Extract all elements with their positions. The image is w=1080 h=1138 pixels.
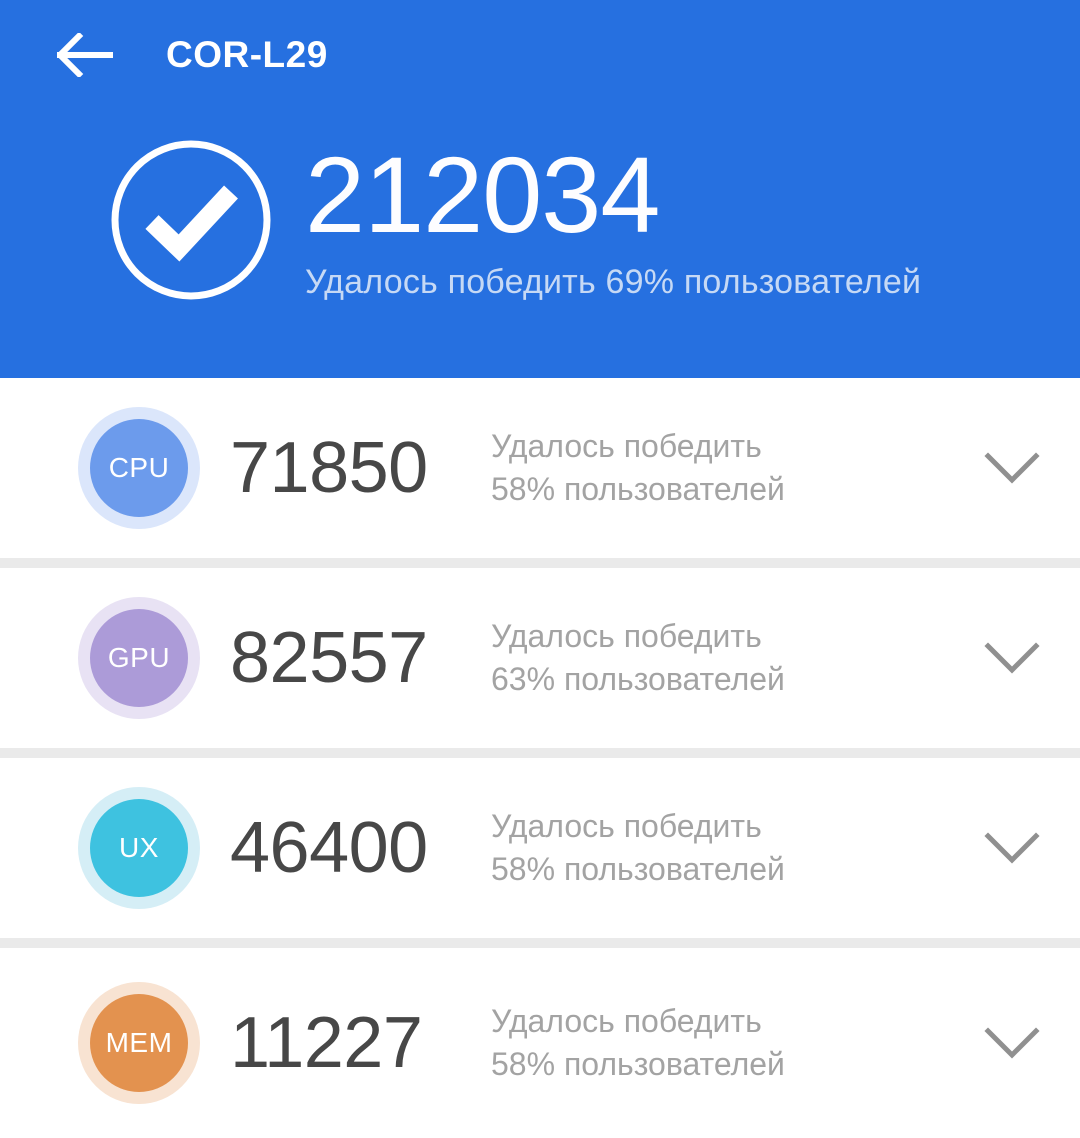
metric-row[interactable]: MEM 11227 Удалось победить 58% пользоват… <box>0 948 1080 1138</box>
ux-description-line1: Удалось победить <box>491 807 762 844</box>
app-bar: COR-L29 <box>0 0 1080 110</box>
gpu-badge-icon: GPU <box>90 609 188 707</box>
gpu-description-line2: 63% пользователей <box>491 661 785 697</box>
gpu-badge-halo: GPU <box>78 597 200 719</box>
cpu-badge-halo: CPU <box>78 407 200 529</box>
chevron-down-icon[interactable] <box>952 639 1072 677</box>
ux-badge-label: UX <box>119 832 159 863</box>
mem-score-value: 11227 <box>230 1003 423 1083</box>
total-score-subtitle: Удалось победить 69% пользователей <box>305 263 922 302</box>
chevron-down-icon[interactable] <box>952 829 1072 867</box>
gpu-description-line1: Удалось победить <box>491 617 762 654</box>
metric-row[interactable]: GPU 82557 Удалось победить 63% пользоват… <box>0 568 1080 758</box>
ux-badge-halo: UX <box>78 787 200 909</box>
chevron-down-icon[interactable] <box>952 1024 1072 1062</box>
metric-row[interactable]: UX 46400 Удалось победить 58% пользовате… <box>0 758 1080 948</box>
gpu-description: Удалось победить 63% пользователей <box>491 615 952 701</box>
cpu-description-line2: 58% пользователей <box>491 471 785 507</box>
cpu-badge-label: CPU <box>108 452 170 483</box>
check-circle-icon <box>105 134 277 306</box>
gpu-score-value: 82557 <box>230 618 428 698</box>
total-score-value: 212034 <box>305 134 660 255</box>
cpu-score-value: 71850 <box>230 428 428 508</box>
gpu-badge-label: GPU <box>107 642 171 673</box>
cpu-description: Удалось победить 58% пользователей <box>491 425 952 511</box>
cpu-description-line1: Удалось победить <box>491 427 762 464</box>
mem-badge-halo: MEM <box>78 982 200 1104</box>
ux-description-line2: 58% пользователей <box>491 851 785 887</box>
ux-badge-icon: UX <box>90 799 188 897</box>
metrics-list: CPU 71850 Удалось победить 58% пользоват… <box>0 378 1080 1138</box>
mem-badge-icon: MEM <box>90 994 188 1092</box>
mem-description-line2: 58% пользователей <box>491 1046 785 1082</box>
chevron-down-icon[interactable] <box>952 449 1072 487</box>
mem-description-line1: Удалось победить <box>491 1002 762 1039</box>
page-title: COR-L29 <box>166 34 328 75</box>
mem-description: Удалось победить 58% пользователей <box>491 1000 952 1086</box>
total-score-summary: 212034 Удалось победить 69% пользователе… <box>0 132 1080 306</box>
ux-score-value: 46400 <box>230 808 428 888</box>
cpu-badge-icon: CPU <box>90 419 188 517</box>
back-arrow-icon[interactable] <box>56 26 114 84</box>
summary-text-block: 212034 Удалось победить 69% пользователе… <box>305 132 921 302</box>
mem-badge-label: MEM <box>105 1027 173 1058</box>
metric-row[interactable]: CPU 71850 Удалось победить 58% пользоват… <box>0 378 1080 568</box>
ux-description: Удалось победить 58% пользователей <box>491 805 952 891</box>
score-header: COR-L29 212034 Удалось победить 69% поль… <box>0 0 1080 378</box>
